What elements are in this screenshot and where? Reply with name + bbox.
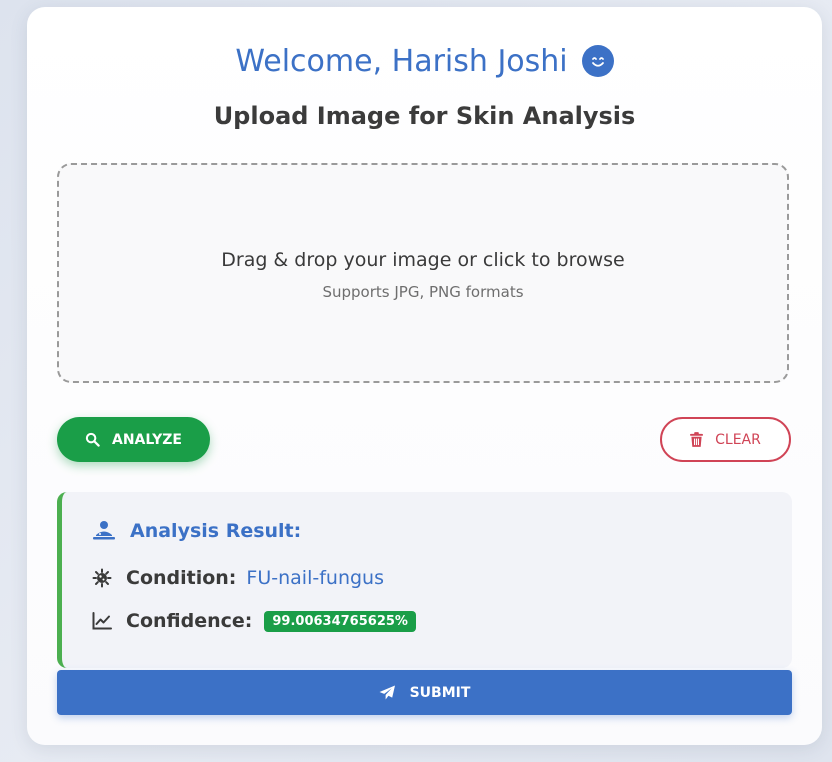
main-card: Welcome, Harish Joshi Upload Image for S… [27, 7, 822, 745]
search-icon [85, 432, 100, 447]
chart-line-icon [92, 612, 112, 630]
condition-value: FU-nail-fungus [246, 567, 384, 589]
result-title: Analysis Result: [92, 520, 301, 542]
confidence-badge: 99.00634765625% [264, 610, 416, 632]
analyze-label: ANALYZE [112, 431, 182, 448]
confidence-label: Confidence: [126, 610, 253, 632]
condition-label: Condition: [126, 567, 237, 589]
analyze-button[interactable]: ANALYZE [57, 417, 210, 462]
paper-plane-icon [379, 685, 396, 700]
submit-button[interactable]: SUBMIT [57, 670, 792, 715]
welcome-heading: Welcome, Harish Joshi [27, 39, 822, 83]
dropzone-main-text: Drag & drop your image or click to brows… [221, 249, 625, 271]
clear-button[interactable]: CLEAR [660, 417, 791, 462]
page-subtitle: Upload Image for Skin Analysis [213, 102, 636, 130]
result-title-text: Analysis Result: [130, 520, 302, 542]
user-doctor-icon [92, 520, 116, 542]
welcome-text: Welcome, Harish Joshi [235, 43, 568, 79]
trash-icon [690, 432, 704, 447]
clear-label: CLEAR [715, 431, 761, 448]
image-dropzone[interactable]: Drag & drop your image or click to brows… [57, 163, 789, 383]
condition-row: Condition: FU-nail-fungus [92, 567, 384, 589]
confidence-row: Confidence: 99.00634765625% [92, 610, 416, 632]
virus-icon [92, 568, 112, 588]
analysis-result-panel: Analysis Result: Condition: FU-nail-fung… [57, 492, 792, 668]
smile-emoji-icon [581, 45, 614, 77]
submit-label: SUBMIT [409, 684, 471, 701]
dropzone-formats-text: Supports JPG, PNG formats [322, 283, 524, 301]
